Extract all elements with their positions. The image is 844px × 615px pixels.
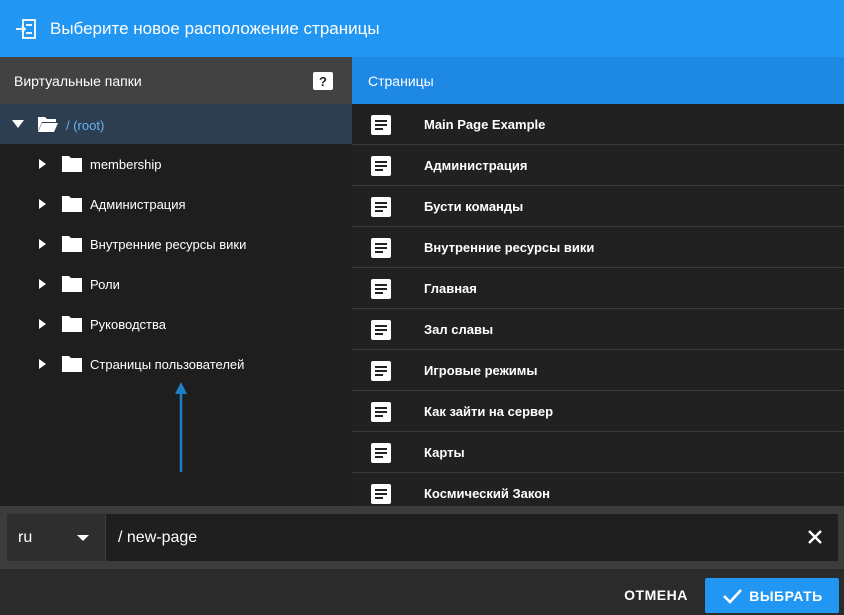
page-list-label: Как зайти на сервер xyxy=(424,404,554,419)
page-icon xyxy=(371,115,391,135)
page-list-label: Игровые режимы xyxy=(424,363,538,378)
folder-icon xyxy=(61,355,83,373)
help-button[interactable]: ? xyxy=(313,72,333,90)
check-icon xyxy=(721,586,743,606)
tree-item-label: Страницы пользователей xyxy=(90,357,245,372)
page-icon xyxy=(371,238,391,258)
page-list-item[interactable]: Главная xyxy=(352,268,844,309)
pages-panel-title: Страницы xyxy=(368,72,434,89)
tree-item-folder[interactable]: Руководства xyxy=(0,304,352,344)
folder-icon xyxy=(61,155,83,173)
close-icon[interactable] xyxy=(804,526,826,548)
page-icon xyxy=(371,484,391,504)
caret-right-icon[interactable] xyxy=(35,197,49,211)
path-value: / new-page xyxy=(118,528,198,546)
page-list-item[interactable]: Как зайти на сервер xyxy=(352,391,844,432)
page-list-label: Главная xyxy=(424,281,477,296)
caret-right-icon[interactable] xyxy=(35,317,49,331)
page-list-label: Бусти команды xyxy=(424,199,524,214)
page-icon xyxy=(371,279,391,299)
tree-item-folder[interactable]: Администрация xyxy=(0,184,352,224)
page-list-label: Карты xyxy=(424,445,465,460)
folders-panel-header: Виртуальные папки ? xyxy=(0,57,352,104)
page-icon xyxy=(371,156,391,176)
tree-item-label: Руководства xyxy=(90,317,166,332)
select-button[interactable]: ВЫБРАТЬ xyxy=(705,578,839,613)
tree-item-folder[interactable]: Роли xyxy=(0,264,352,304)
caret-right-icon[interactable] xyxy=(35,157,49,171)
page-list-item[interactable]: Зал славы xyxy=(352,309,844,350)
folder-icon xyxy=(61,275,83,293)
page-list-label: Администрация xyxy=(424,158,528,173)
tree-item-label: Администрация xyxy=(90,197,186,212)
page-list-item[interactable]: Main Page Example xyxy=(352,104,844,145)
tree-item-label: / (root) xyxy=(66,118,105,133)
folders-panel-title: Виртуальные папки xyxy=(14,72,142,89)
page-list-item[interactable]: Внутренние ресурсы вики xyxy=(352,227,844,268)
caret-right-icon[interactable] xyxy=(35,277,49,291)
page-icon xyxy=(371,402,391,422)
page-list-label: Зал славы xyxy=(424,322,494,337)
path-input[interactable]: / new-page xyxy=(106,514,838,561)
tree-item-folder[interactable]: Внутренние ресурсы вики xyxy=(0,224,352,264)
chevron-down-icon[interactable] xyxy=(77,535,89,541)
page-icon xyxy=(371,197,391,217)
annotation-arrow-icon xyxy=(175,382,187,472)
folder-icon xyxy=(61,235,83,253)
select-button-label: ВЫБРАТЬ xyxy=(749,587,823,604)
caret-down-icon[interactable] xyxy=(11,117,25,131)
page-move-icon xyxy=(14,17,38,41)
folder-icon xyxy=(61,195,83,213)
page-icon xyxy=(371,320,391,340)
pages-panel-header: Страницы xyxy=(352,57,844,104)
dialog-title: Выберите новое расположение страницы xyxy=(50,18,380,38)
cancel-button[interactable]: ОТМЕНА xyxy=(613,579,699,611)
page-list-item[interactable]: Карты xyxy=(352,432,844,473)
tree-item-root[interactable]: / (root) xyxy=(0,104,352,144)
caret-right-icon[interactable] xyxy=(35,237,49,251)
page-list-item[interactable]: Администрация xyxy=(352,145,844,186)
pages-list: Main Page Example Администрация Бусти ко… xyxy=(352,104,844,506)
page-list-item[interactable]: Космический Закон xyxy=(352,473,844,506)
page-list-item[interactable]: Игровые режимы xyxy=(352,350,844,391)
tree-item-label: Внутренние ресурсы вики xyxy=(90,237,247,252)
locale-value: ru xyxy=(18,528,33,546)
folder-open-icon xyxy=(37,115,59,133)
page-list-label: Main Page Example xyxy=(424,117,546,132)
page-icon xyxy=(371,443,391,463)
locale-select[interactable]: ru xyxy=(7,514,105,561)
folder-icon xyxy=(61,315,83,333)
page-list-item[interactable]: Бусти команды xyxy=(352,186,844,227)
page-icon xyxy=(371,361,391,381)
tree-item-label: membership xyxy=(90,157,162,172)
page-list-label: Внутренние ресурсы вики xyxy=(424,240,595,255)
path-bar: ru / new-page xyxy=(0,506,844,569)
page-list-label: Космический Закон xyxy=(424,486,550,501)
tree-item-folder[interactable]: Страницы пользователей xyxy=(0,344,352,384)
tree-item-label: Роли xyxy=(90,277,120,292)
tree-item-folder[interactable]: membership xyxy=(0,144,352,184)
caret-right-icon[interactable] xyxy=(35,357,49,371)
dialog-title-bar: Выберите новое расположение страницы xyxy=(0,0,844,57)
dialog-footer: ОТМЕНА ВЫБРАТЬ xyxy=(0,569,844,615)
